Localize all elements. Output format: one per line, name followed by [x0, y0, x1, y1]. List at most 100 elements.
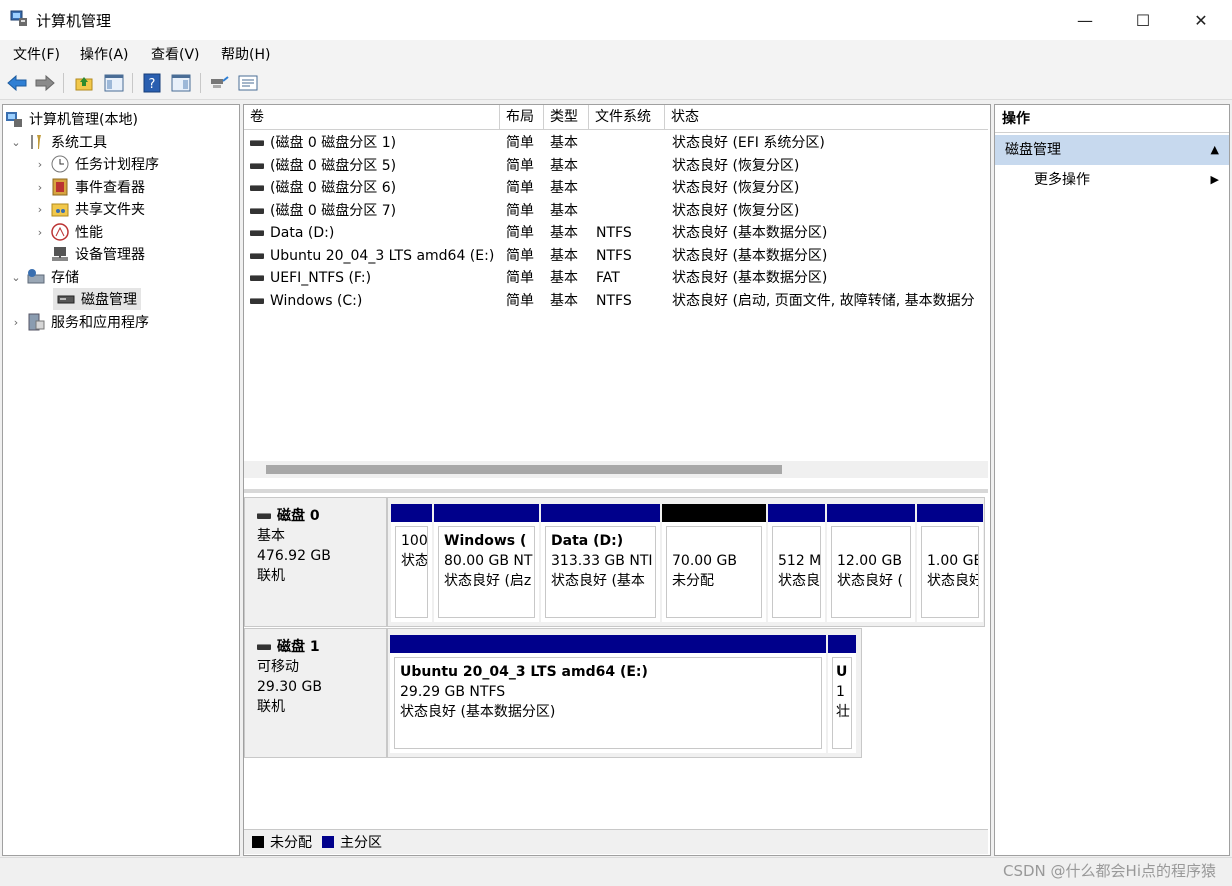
- volume-icon: [250, 275, 264, 281]
- minimize-button[interactable]: —: [1056, 0, 1114, 40]
- table-row[interactable]: UEFI_NTFS (F:) 简单 基本 FAT 状态良好 (基本数据分区): [244, 267, 988, 290]
- close-button[interactable]: ✕: [1172, 0, 1230, 40]
- table-row[interactable]: (磁盘 0 磁盘分区 5) 简单 基本 状态良好 (恢复分区): [244, 155, 988, 178]
- legend-primary: 主分区: [340, 835, 382, 851]
- more-actions-item[interactable]: 更多操作 ▶: [995, 167, 1229, 193]
- title-bar: 计算机管理 — ☐ ✕: [0, 0, 1232, 40]
- chevron-right-icon[interactable]: ›: [9, 316, 23, 329]
- up-folder-icon[interactable]: [73, 72, 95, 94]
- cell-type: 基本: [550, 222, 590, 244]
- cell-volume: (磁盘 0 磁盘分区 7): [250, 200, 498, 222]
- column-header-layout[interactable]: 布局: [500, 105, 544, 130]
- cell-status: 状态良好 (基本数据分区): [672, 267, 988, 289]
- column-header-type[interactable]: 类型: [544, 105, 589, 130]
- disk-name: 磁盘 1: [277, 639, 320, 655]
- cell-type: 基本: [550, 245, 590, 267]
- tree-item-services[interactable]: › 服务和应用程序: [9, 311, 149, 333]
- table-row[interactable]: (磁盘 0 磁盘分区 1) 简单 基本 状态良好 (EFI 系统分区): [244, 132, 988, 155]
- partition-unallocated[interactable]: 70.00 GB 未分配: [662, 504, 766, 622]
- partition-size: 1.00 GE: [927, 553, 979, 569]
- collapse-up-icon[interactable]: ▲: [1211, 135, 1219, 165]
- partition-recovery-12[interactable]: 12.00 GB 状态良好 (: [827, 504, 915, 622]
- help-icon[interactable]: ?: [141, 72, 163, 94]
- partition-windows[interactable]: Windows (80.00 GB NT 状态良好 (启z: [434, 504, 539, 622]
- tree-label: 计算机管理(本地): [29, 112, 138, 128]
- table-row[interactable]: Windows (C:) 简单 基本 NTFS 状态良好 (启动, 页面文件, 故障转储…: [244, 290, 988, 313]
- connect-icon[interactable]: [208, 72, 230, 94]
- disk1-label[interactable]: 磁盘 1 可移动 29.30 GB 联机: [244, 628, 387, 758]
- chevron-right-icon[interactable]: ›: [33, 203, 47, 216]
- table-row[interactable]: Ubuntu 20_04_3 LTS amd64 (E:) 简单 基本 NTFS 状态良…: [244, 245, 988, 268]
- cell-text: 基本: [550, 135, 578, 151]
- tree-item-event-viewer[interactable]: › 事件查看器: [33, 176, 145, 198]
- cell-text: 状态良好 (基本数据分区): [672, 225, 828, 241]
- window-title: 计算机管理: [36, 12, 112, 30]
- partition-status: 状态良好: [927, 573, 979, 589]
- chevron-right-icon[interactable]: ›: [33, 181, 47, 194]
- chevron-down-icon[interactable]: ⌄: [9, 271, 23, 284]
- partition-efi[interactable]: 100 状态: [391, 504, 432, 622]
- toolbar: ?: [0, 67, 1232, 100]
- menu-file[interactable]: 文件(F): [13, 44, 60, 64]
- column-header-status[interactable]: 状态: [665, 105, 988, 130]
- partition-recovery-1[interactable]: 1.00 GE 状态良好: [917, 504, 983, 622]
- cell-type: 基本: [550, 267, 590, 289]
- menu-bar: 文件(F) 操作(A) 查看(V) 帮助(H): [0, 40, 1232, 67]
- cell-status: 状态良好 (恢复分区): [672, 200, 988, 222]
- cell-status: 状态良好 (EFI 系统分区): [672, 132, 988, 154]
- tree-item-task-scheduler[interactable]: › 任务计划程序: [33, 153, 159, 175]
- forward-icon[interactable]: [34, 72, 56, 94]
- chevron-right-icon[interactable]: ›: [33, 226, 47, 239]
- cell-text: 状态良好 (启动, 页面文件, 故障转储, 基本数据分: [672, 292, 975, 309]
- toolbar-separator: [200, 73, 201, 93]
- cell-text: 基本: [550, 270, 578, 286]
- disk0-label[interactable]: 磁盘 0 基本 476.92 GB 联机: [244, 497, 387, 627]
- cell-text: 基本: [550, 247, 578, 264]
- tree-item-performance[interactable]: › 性能: [33, 221, 103, 243]
- table-row[interactable]: (磁盘 0 磁盘分区 6) 简单 基本 状态良好 (恢复分区): [244, 177, 988, 200]
- partition-recovery-512[interactable]: 512 M 状态良: [768, 504, 825, 622]
- splitter[interactable]: [244, 489, 988, 493]
- partition-size: 80.00 GB NT: [444, 553, 533, 569]
- tree-item-root[interactable]: 计算机管理(本地): [5, 108, 138, 130]
- menu-help[interactable]: 帮助(H): [221, 44, 270, 64]
- menu-view[interactable]: 查看(V): [151, 44, 200, 64]
- partition-color-bar: [434, 504, 539, 522]
- show-hide-tree-icon[interactable]: [103, 72, 125, 94]
- column-header-filesystem[interactable]: 文件系统: [589, 105, 665, 130]
- chevron-right-icon[interactable]: ›: [33, 158, 47, 171]
- back-icon[interactable]: [6, 72, 28, 94]
- partition-color-bar: [768, 504, 825, 522]
- cell-text: 状态良好 (恢复分区): [672, 202, 800, 219]
- cell-text: (磁盘 0 磁盘分区 6): [270, 180, 397, 196]
- menu-action[interactable]: 操作(A): [80, 44, 129, 64]
- table-row[interactable]: Data (D:) 简单 基本 NTFS 状态良好 (基本数据分区): [244, 222, 988, 245]
- chevron-down-icon[interactable]: ⌄: [9, 136, 23, 149]
- maximize-button[interactable]: ☐: [1114, 0, 1172, 40]
- properties-icon[interactable]: [237, 72, 259, 94]
- tree-item-disk-management[interactable]: 磁盘管理: [53, 288, 141, 310]
- partition-status: 状态良好 (: [837, 573, 903, 589]
- table-row[interactable]: (磁盘 0 磁盘分区 7) 简单 基本 状态良好 (恢复分区): [244, 200, 988, 223]
- tree-item-shared-folders[interactable]: › 共享文件夹: [33, 198, 145, 220]
- tree-item-system-tools[interactable]: ⌄ 系统工具: [9, 131, 107, 153]
- partition-uefi-ntfs[interactable]: U 1 壮: [828, 635, 856, 753]
- disk-icon: [257, 513, 271, 519]
- show-hide-action-pane-icon[interactable]: [170, 72, 192, 94]
- cell-layout: 简单: [506, 177, 546, 199]
- partition-ubuntu[interactable]: Ubuntu 20_04_3 LTS amd64 (E:) 29.29 GB NT…: [390, 635, 826, 753]
- actions-section-disk-management[interactable]: 磁盘管理 ▲: [995, 135, 1229, 165]
- clock-icon: [51, 155, 69, 173]
- tree-item-storage[interactable]: ⌄ 存储: [9, 266, 79, 288]
- cell-text: NTFS: [596, 247, 632, 264]
- toolbar-separator: [132, 73, 133, 93]
- tree-item-device-manager[interactable]: 设备管理器: [47, 243, 145, 265]
- horizontal-scrollbar[interactable]: [244, 461, 988, 478]
- column-header-volume[interactable]: 卷: [244, 105, 500, 130]
- services-icon: [28, 313, 45, 331]
- scrollbar-thumb[interactable]: [266, 465, 782, 474]
- disk-status: 联机: [257, 699, 285, 715]
- partition-data[interactable]: Data (D:) 313.33 GB NTI 状态良好 (基本: [541, 504, 660, 622]
- cell-filesystem: FAT: [596, 267, 664, 289]
- partition-color-bar: [827, 504, 915, 522]
